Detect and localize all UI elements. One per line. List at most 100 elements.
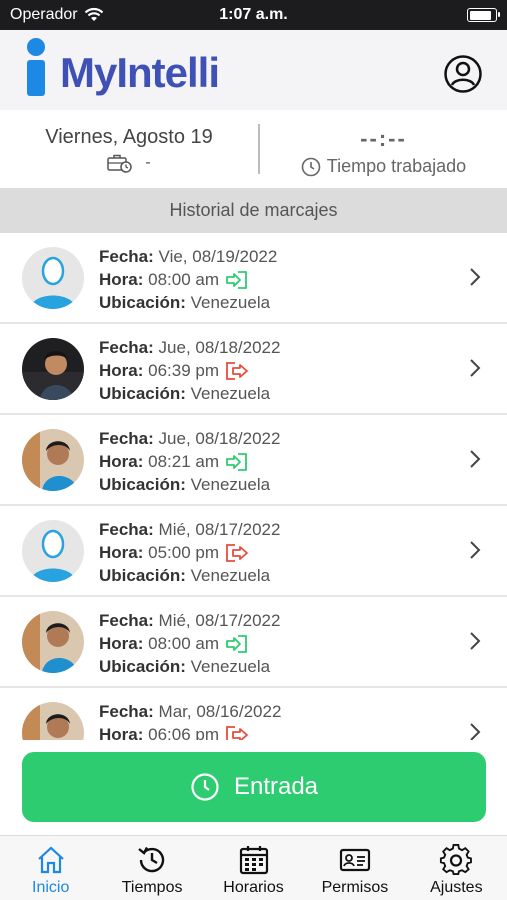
exit-arrow-icon <box>226 543 248 562</box>
entry-arrow-icon <box>226 452 247 471</box>
worked-time-label: Tiempo trabajado <box>326 156 467 176</box>
record-time-row: Hora: 08:00 am <box>99 632 280 655</box>
tab-permisos[interactable]: Permisos <box>304 836 405 900</box>
record-row[interactable]: Fecha: Vie, 08/19/2022 Hora: 08:00 am Ubic… <box>0 233 507 324</box>
record-location-row: Ubicación: Venezuela <box>99 564 280 587</box>
avatar <box>22 338 84 400</box>
shift-value: - <box>145 154 151 171</box>
record-location-row: Ubicación: Venezuela <box>99 382 280 405</box>
record-date-row: Fecha: Mié, 08/17/2022 <box>99 518 280 541</box>
record-location: Venezuela <box>190 293 271 312</box>
history-icon <box>138 846 165 873</box>
record-date: Mar, 08/16/2022 <box>158 702 282 721</box>
clock-icon <box>301 157 321 176</box>
record-row[interactable]: Fecha: Mar, 08/16/2022Hora: 06:06 pmUbic… <box>0 688 507 740</box>
avatar <box>22 520 84 582</box>
location-label: Ubicación: <box>99 293 186 312</box>
record-time-row: Hora: 05:00 pm <box>99 541 280 564</box>
avatar <box>22 611 84 673</box>
chevron-right-icon[interactable] <box>469 358 481 378</box>
date-panel: Viernes, Agosto 19 - <box>0 110 258 188</box>
location-label: Ubicación: <box>99 475 186 494</box>
record-location: Venezuela <box>190 657 271 676</box>
tab-horarios[interactable]: Horarios <box>203 836 304 900</box>
date-label: Fecha: <box>99 611 154 630</box>
profile-icon[interactable] <box>443 54 483 94</box>
record-date: Mié, 08/17/2022 <box>158 611 281 630</box>
record-time: 05:00 pm <box>148 543 220 562</box>
time-label: Hora: <box>99 452 144 471</box>
record-location: Venezuela <box>190 384 271 403</box>
chevron-right-icon[interactable] <box>469 631 481 651</box>
date-label: Fecha: <box>99 247 154 266</box>
calendar-icon <box>239 846 268 875</box>
shift-info: - <box>0 153 258 173</box>
time-label: Hora: <box>99 543 144 562</box>
record-date: Mié, 08/17/2022 <box>158 520 281 539</box>
tab-label: Tiempos <box>121 879 183 896</box>
time-label: Hora: <box>99 361 144 380</box>
day-summary: Viernes, Agosto 19 - --:-- Tiempo trabaj… <box>0 110 507 188</box>
exit-arrow-icon <box>226 361 248 380</box>
record-location-row: Ubicación: Venezuela <box>99 655 280 678</box>
app-logo: MyIntelli <box>22 38 220 100</box>
tab-label: Ajustes <box>430 879 483 896</box>
app-header: MyIntelli <box>0 30 507 110</box>
briefcase-clock-icon <box>107 154 133 173</box>
chevron-right-icon[interactable] <box>469 722 481 740</box>
tab-inicio[interactable]: Inicio <box>0 836 101 900</box>
date-label: Fecha: <box>99 702 154 721</box>
record-date: Jue, 08/18/2022 <box>158 338 281 357</box>
avatar <box>22 702 84 740</box>
time-label: Hora: <box>99 634 144 653</box>
avatar <box>22 429 84 491</box>
record-row[interactable]: Fecha: Jue, 08/18/2022 Hora: 08:21 am Ubic… <box>0 415 507 506</box>
record-time-row: Hora: 06:06 pm <box>99 723 281 740</box>
date-label: Fecha: <box>99 429 154 448</box>
tab-label: Horarios <box>223 879 284 896</box>
record-info: Fecha: Mar, 08/16/2022Hora: 06:06 pmUbic… <box>99 700 281 740</box>
battery-icon <box>467 8 500 22</box>
record-location: Venezuela <box>190 566 271 585</box>
date-label: Fecha: <box>99 338 154 357</box>
status-bar: Operador 1:07 a.m. <box>0 0 507 30</box>
record-location-row: Ubicación: Venezuela <box>99 473 280 496</box>
record-info: Fecha: Mié, 08/17/2022 Hora: 08:00 am Ubic… <box>99 609 280 678</box>
records-list[interactable]: Fecha: Vie, 08/19/2022 Hora: 08:00 am Ubic… <box>0 233 507 740</box>
logo-text: MyIntelli <box>60 49 220 96</box>
record-time: 08:00 am <box>148 270 220 289</box>
location-label: Ubicación: <box>99 384 186 403</box>
worked-panel: --:-- Tiempo trabajado <box>260 110 507 188</box>
logo-i-icon <box>22 38 48 100</box>
worked-time-value: --:-- <box>360 126 407 151</box>
time-label: Hora: <box>99 270 144 289</box>
chevron-right-icon[interactable] <box>469 540 481 560</box>
record-time-row: Hora: 06:39 pm <box>99 359 280 382</box>
tab-ajustes[interactable]: Ajustes <box>406 836 507 900</box>
avatar <box>22 247 84 309</box>
record-time: 08:21 am <box>148 452 220 471</box>
record-info: Fecha: Mié, 08/17/2022 Hora: 05:00 pm Ubic… <box>99 518 280 587</box>
record-row[interactable]: Fecha: Jue, 08/18/2022 Hora: 06:39 pm Ubic… <box>0 324 507 415</box>
entrada-button-label: Entrada <box>233 773 319 800</box>
chevron-right-icon[interactable] <box>469 267 481 287</box>
record-date-row: Fecha: Jue, 08/18/2022 <box>99 427 280 450</box>
record-row[interactable]: Fecha: Mié, 08/17/2022 Hora: 08:00 am Ubic… <box>0 597 507 688</box>
date-label: Fecha: <box>99 520 154 539</box>
tab-tiempos[interactable]: Tiempos <box>101 836 202 900</box>
record-date-row: Fecha: Mié, 08/17/2022 <box>99 609 280 632</box>
record-time: 06:39 pm <box>148 361 220 380</box>
record-info: Fecha: Jue, 08/18/2022 Hora: 08:21 am Ubic… <box>99 427 280 496</box>
record-row[interactable]: Fecha: Mié, 08/17/2022 Hora: 05:00 pm Ubic… <box>0 506 507 597</box>
entry-area: Entrada <box>0 740 507 835</box>
worked-time-label-row: Tiempo trabajado <box>260 156 507 177</box>
clock-icon <box>191 773 219 801</box>
chevron-right-icon[interactable] <box>469 449 481 469</box>
tab-label: Inicio <box>32 879 70 896</box>
entry-arrow-icon <box>226 270 247 289</box>
time-label: Hora: <box>99 725 144 740</box>
record-time-row: Hora: 08:00 am <box>99 268 277 291</box>
record-info: Fecha: Vie, 08/19/2022 Hora: 08:00 am Ubic… <box>99 245 277 314</box>
entrada-button[interactable]: Entrada <box>22 752 486 822</box>
record-location: Venezuela <box>190 475 271 494</box>
